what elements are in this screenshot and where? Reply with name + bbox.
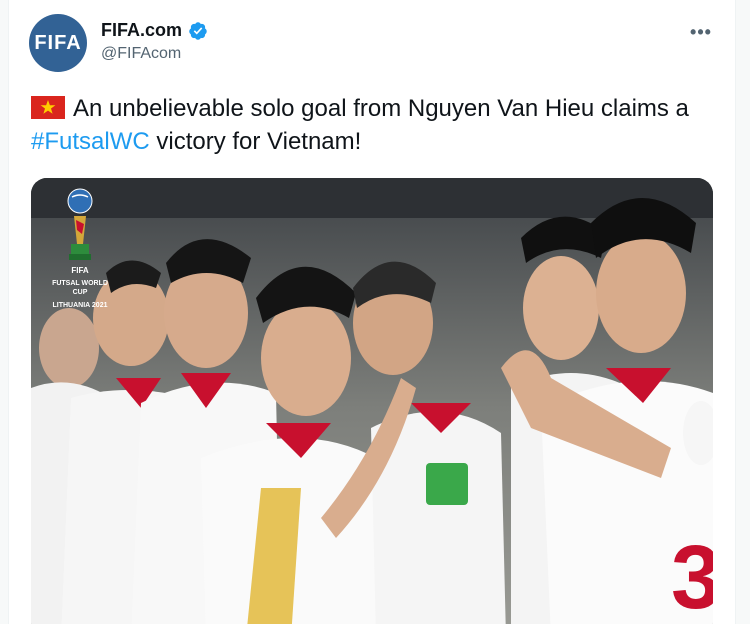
ball-icon <box>67 188 93 214</box>
avatar[interactable]: FIFA <box>29 14 87 72</box>
handle[interactable]: @FIFAcom <box>101 45 208 63</box>
tweet-text-end: victory for Vietnam! <box>149 128 362 155</box>
svg-text:3: 3 <box>671 528 713 624</box>
hashtag-link[interactable]: #FutsalWC <box>31 128 150 155</box>
tweet-text-start: An unbelievable solo goal from Nguyen Va… <box>73 95 689 122</box>
tweet-photo[interactable]: 3 FIFA FUTSAL WORLD CUP LITHUANIA 2021 <box>31 178 713 624</box>
team-celebration-photo: 3 <box>31 178 713 624</box>
trophy-icon <box>69 216 91 260</box>
more-options-icon[interactable]: ••• <box>687 20 715 44</box>
avatar-text: FIFA <box>34 31 82 54</box>
author-names: FIFA.com @FIFAcom <box>101 20 208 63</box>
display-name-row: FIFA.com <box>101 20 208 41</box>
vietnam-flag-icon <box>31 96 65 119</box>
fifa-badge: FIFA <box>71 266 89 275</box>
futsal-world-cup-logo: FIFA FUTSAL WORLD CUP LITHUANIA 2021 <box>45 188 115 318</box>
tweet-header: FIFA FIFA.com @FIFAcom ••• <box>29 14 715 78</box>
display-name[interactable]: FIFA.com <box>101 20 182 41</box>
verified-badge-icon <box>189 21 207 40</box>
logo-caption-2: LITHUANIA 2021 <box>52 302 108 309</box>
tweet-card[interactable]: FIFA FIFA.com @FIFAcom ••• An unbelievab… <box>8 0 736 624</box>
tweet-text: An unbelievable solo goal from Nguyen Va… <box>31 92 711 158</box>
logo-caption-1: FUTSAL WORLD CUP <box>52 280 108 296</box>
